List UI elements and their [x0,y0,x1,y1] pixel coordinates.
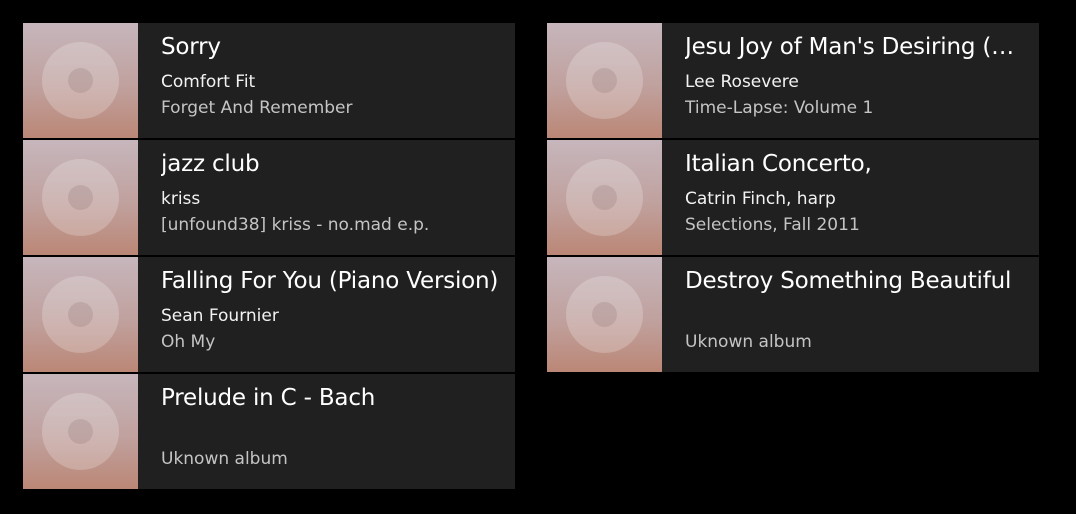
track-album: Uknown album [685,332,812,352]
album-art [23,140,138,255]
disc-center [68,302,93,327]
track-artist: Lee Rosevere [685,72,799,92]
disc-center [592,302,617,327]
album-art [547,23,662,138]
track-album: Time-Lapse: Volume 1 [685,98,874,118]
track-artist: Comfort Fit [161,72,256,92]
track-info: Prelude in C - Bach Uknown album [138,374,515,489]
track-album: [unfound38] kriss - no.mad e.p. [161,215,430,235]
disc-center [68,419,93,444]
track-title: Falling For You (Piano Version) [161,268,499,294]
track-artist: kriss [161,189,201,209]
disc-center [592,185,617,210]
track-item[interactable]: Falling For You (Piano Version) Sean Fou… [23,257,515,372]
track-title: Jesu Joy of Man's Desiring (Ba... [685,34,1029,60]
track-title: Sorry [161,34,221,60]
track-list-left: Sorry Comfort Fit Forget And Remember ja… [23,23,515,489]
track-album: Uknown album [161,449,288,469]
track-info: Sorry Comfort Fit Forget And Remember [138,23,515,138]
track-info: Falling For You (Piano Version) Sean Fou… [138,257,515,372]
track-title: Destroy Something Beautiful [685,268,1012,294]
track-list-right: Jesu Joy of Man's Desiring (Ba... Lee Ro… [547,23,1039,372]
track-info: jazz club kriss [unfound38] kriss - no.m… [138,140,515,255]
track-item[interactable]: Sorry Comfort Fit Forget And Remember [23,23,515,138]
album-art [547,257,662,372]
album-art [23,257,138,372]
track-album: Forget And Remember [161,98,353,118]
album-art [23,23,138,138]
track-item[interactable]: Italian Concerto, Catrin Finch, harp Sel… [547,140,1039,255]
album-art [547,140,662,255]
track-artist: Sean Fournier [161,306,279,326]
track-item[interactable]: jazz club kriss [unfound38] kriss - no.m… [23,140,515,255]
track-info: Italian Concerto, Catrin Finch, harp Sel… [662,140,1039,255]
track-item[interactable]: Destroy Something Beautiful Uknown album [547,257,1039,372]
track-title: Prelude in C - Bach [161,385,376,411]
track-info: Destroy Something Beautiful Uknown album [662,257,1039,372]
disc-center [68,68,93,93]
track-album: Selections, Fall 2011 [685,215,860,235]
track-artist: Catrin Finch, harp [685,189,836,209]
track-item[interactable]: Prelude in C - Bach Uknown album [23,374,515,489]
track-title: Italian Concerto, [685,151,872,177]
disc-center [68,185,93,210]
album-art [23,374,138,489]
track-album: Oh My [161,332,216,352]
disc-center [592,68,617,93]
track-title: jazz club [161,151,260,177]
track-info: Jesu Joy of Man's Desiring (Ba... Lee Ro… [662,23,1039,138]
track-item[interactable]: Jesu Joy of Man's Desiring (Ba... Lee Ro… [547,23,1039,138]
